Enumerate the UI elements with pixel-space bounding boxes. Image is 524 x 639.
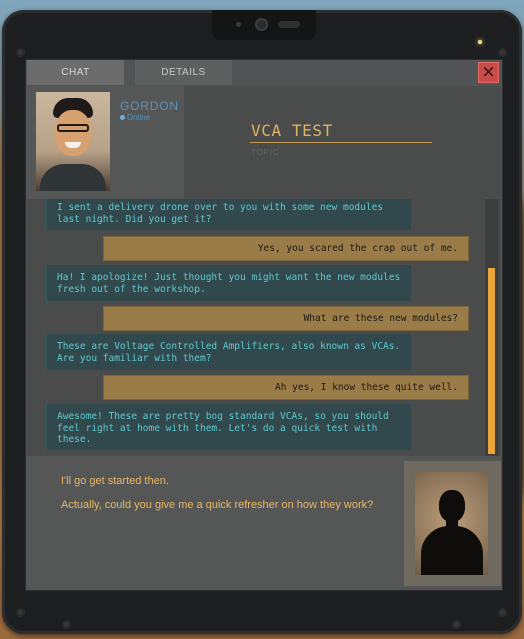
screw-icon — [498, 608, 507, 617]
chat-header: GORDON Online VCA TEST TOPIC — [27, 86, 501, 199]
status-label: Online — [127, 113, 151, 122]
incoming-message: Ha! I apologize! Just thought you might … — [46, 265, 411, 301]
incoming-message: I sent a delivery drone over to you with… — [46, 199, 411, 230]
scrollbar-thumb[interactable] — [488, 268, 495, 454]
incoming-message: Awesome! These are pretty bog standard V… — [46, 404, 411, 450]
incoming-message: These are Voltage Controlled Amplifiers,… — [46, 334, 411, 370]
screw-icon — [16, 608, 25, 617]
tab-chat[interactable]: CHAT — [27, 60, 124, 85]
contact-name: GORDON — [120, 99, 179, 113]
reply-option[interactable]: Actually, could you give me a quick refr… — [61, 498, 381, 512]
close-button[interactable]: × — [478, 62, 499, 83]
close-icon: × — [481, 62, 496, 82]
player-avatar — [404, 461, 501, 586]
online-status-icon — [120, 115, 125, 121]
title-divider — [250, 142, 432, 143]
tab-details[interactable]: DETAILS — [135, 60, 232, 85]
message-list[interactable]: I sent a delivery drone over to you with… — [27, 199, 501, 456]
conversation-title: VCA TEST — [251, 121, 333, 140]
screw-icon — [452, 620, 461, 629]
tablet-device: CHAT DETAILS × GORDON Online VCA TEST TO… — [2, 10, 522, 634]
screw-icon — [62, 620, 71, 629]
conversation-title-panel: VCA TEST TOPIC — [184, 86, 501, 199]
reply-panel: I'll go get started then. Actually, coul… — [27, 456, 501, 588]
reply-option[interactable]: I'll go get started then. — [61, 474, 381, 488]
avatar — [36, 92, 110, 191]
camera-icon — [255, 18, 268, 31]
speaker-slot — [278, 21, 300, 28]
indicator-light — [478, 40, 482, 44]
outgoing-message: What are these new modules? — [103, 306, 469, 331]
contact-status: Online — [120, 113, 150, 122]
outgoing-message: Yes, you scared the crap out of me. — [103, 236, 469, 261]
chat-screen: CHAT DETAILS × GORDON Online VCA TEST TO… — [26, 60, 502, 590]
outgoing-message: Ah yes, I know these quite well. — [103, 375, 469, 400]
conversation-topic: TOPIC — [251, 148, 280, 157]
screw-icon — [498, 48, 507, 57]
sensor-icon — [236, 22, 241, 27]
screw-icon — [16, 48, 25, 57]
contact-panel: GORDON Online — [27, 86, 184, 199]
camera-bar — [212, 10, 316, 40]
